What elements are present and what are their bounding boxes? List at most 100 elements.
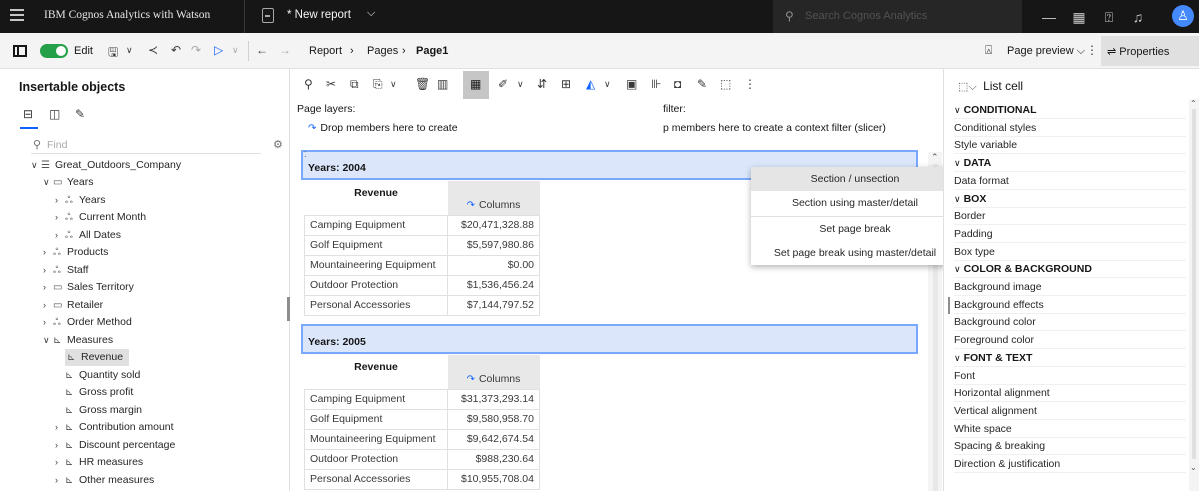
table-row[interactable]: Mountaineering Equipment $0.00 [304,254,540,276]
chevron-right-icon[interactable]: › [43,244,53,261]
chevron-right-icon[interactable]: › [43,297,53,314]
chevron-down-icon[interactable]: ∨ [126,45,133,56]
section-header[interactable]: Years: 2005 [301,324,918,354]
undo-icon[interactable]: ↶ [171,43,181,57]
cut-icon[interactable]: ✂ [326,77,336,91]
redo-icon[interactable]: ↷ [191,43,201,57]
menu-item-section-master-detail[interactable]: Section using master/detail [751,191,959,215]
report-name[interactable]: * New report [287,9,351,21]
menu-item-page-break[interactable]: Set page break [751,217,959,241]
property-row[interactable]: Background effects [954,296,1186,314]
breadcrumb-page1[interactable]: Page1 [416,45,448,57]
property-row[interactable]: Background image [954,278,1186,296]
section-button[interactable]: ▦ [463,71,489,99]
edit-toggle[interactable] [40,44,68,58]
measure-header[interactable]: Revenue [305,355,448,389]
properties-button[interactable]: ⇌ Properties [1101,36,1199,66]
chevron-down-icon[interactable]: ∨ [604,79,611,90]
chevron-right-icon[interactable]: › [55,454,65,471]
table-icon[interactable]: ⊞ [561,77,571,91]
tree-item[interactable]: › ஃ Staff [43,262,88,279]
tree-item[interactable]: ∨ ▭ Years [43,174,93,191]
context-filter-drop-zone[interactable]: p members here to create a context filte… [663,122,886,134]
breadcrumb-report[interactable]: Report [309,45,342,57]
scroll-down-icon[interactable]: ⌄ [1190,463,1197,472]
columns-drop-zone[interactable]: ↷ Columns [447,355,540,389]
scroll-up-icon[interactable]: ⌃ [931,152,939,163]
menu-item-page-break-master-detail[interactable]: Set page break using master/detail [751,241,959,265]
lock-icon[interactable]: ⍓ [985,43,992,58]
property-category[interactable]: ∨ DATA [954,154,1186,173]
menu-item-section-unsection[interactable]: Section / unsection [751,167,959,191]
property-row[interactable]: Border [954,207,1186,226]
paste-icon[interactable]: ⎘ [373,77,383,92]
chevron-right-icon[interactable]: › [55,192,65,209]
table-row[interactable]: Golf Equipment $5,597,980.86 [304,234,540,256]
property-row[interactable]: Style variable [954,136,1186,155]
tree-item[interactable]: › ⊾ Other measures [55,472,154,489]
tab-data-items-icon[interactable]: ◫ [49,107,60,121]
table-row[interactable]: Personal Accessories $10,955,708.04 [304,468,540,490]
help-icon[interactable]: ⍰ [1098,6,1120,28]
drag-handle-icon[interactable]: ⁚ [304,150,307,159]
forward-arrow-icon[interactable]: → [279,43,291,57]
chevron-down-icon[interactable]: ∨ [517,79,524,90]
property-row[interactable]: Vertical alignment [954,402,1186,420]
table-row[interactable]: Personal Accessories $7,144,797.52 [304,294,540,316]
table-row[interactable]: Mountaineering Equipment $9,642,674.54 [304,428,540,450]
property-category[interactable]: ∨ CONDITIONAL [954,101,1186,119]
align-icon[interactable]: ⊪ [651,77,661,91]
text-box-icon[interactable]: ◘ [674,77,681,91]
page-layers-drop-zone[interactable]: ↷ Drop members here to create [308,122,458,134]
tree-item[interactable]: › ஃ Products [43,244,108,261]
property-category[interactable]: ∨ BOX [954,190,1186,208]
chevron-right-icon[interactable]: › [55,209,65,226]
tree-item[interactable]: ⊾ Revenue [65,349,130,366]
tree-item[interactable]: ∨ ☰ Great_Outdoors_Company [31,157,181,174]
fill-color-icon[interactable]: ◭ [586,77,595,91]
chevron-right-icon[interactable]: › [43,279,53,296]
sort-icon[interactable]: ⇵ [537,77,547,91]
group-icon[interactable]: ▥ [437,77,448,91]
run-icon[interactable]: ▷ [214,43,223,57]
property-row[interactable]: Horizontal alignment [954,384,1186,403]
table-row[interactable]: Outdoor Protection $988,230.64 [304,448,540,470]
tab-toolbox-icon[interactable]: ✎ [75,107,85,121]
chevron-right-icon[interactable]: › [43,262,53,279]
edit-icon[interactable]: ✎ [697,77,707,91]
measure-header[interactable]: Revenue [305,181,448,215]
panel-resize-handle[interactable] [948,297,950,314]
chevron-down-icon[interactable]: ∨ [232,45,239,56]
tree-item[interactable]: › ஃ Years [55,192,105,209]
find-input[interactable]: ⚲ Find [31,136,261,154]
property-row[interactable]: Padding [954,225,1186,243]
chevron-down-icon[interactable]: ∨ [43,332,53,349]
tree-item[interactable]: › ▭ Sales Territory [43,279,134,296]
property-row[interactable]: Box type [954,243,1186,261]
global-search[interactable]: ⚲ Search Cognos Analytics [773,0,1022,33]
gear-icon[interactable]: ⚙ [273,138,283,151]
scroll-up-icon[interactable]: ⌃ [1190,99,1197,108]
table-row[interactable]: Golf Equipment $9,580,958.70 [304,408,540,430]
columns-drop-zone[interactable]: ↷ Columns [447,181,540,215]
user-avatar-icon[interactable]: ♙ [1172,5,1194,27]
property-row[interactable]: Direction & justification [954,455,1186,473]
overflow-menu-icon[interactable]: ⋮ [1086,43,1098,57]
table-row[interactable]: Camping Equipment $20,471,328.88 [304,214,540,236]
tree-item[interactable]: › ஃ All Dates [55,227,121,244]
tree-item[interactable]: › ⊾ Discount percentage [55,437,175,454]
search-input[interactable]: Search Cognos Analytics [805,10,927,22]
copy-icon[interactable]: ⧉ [350,77,359,92]
chevron-right-icon[interactable]: › [55,472,65,489]
chevron-down-icon[interactable]: ⌵ [367,7,375,20]
delete-icon[interactable]: 🗑 [415,77,430,91]
scroll-thumb[interactable] [1192,109,1196,459]
notifications-bell-icon[interactable]: ♫ [1127,6,1149,28]
pen-icon[interactable]: ✐ [498,77,508,91]
property-row[interactable]: Data format [954,172,1186,190]
toggle-panel-icon[interactable] [13,45,27,57]
tree-item[interactable]: ∨ ⊾ Measures [43,332,113,349]
property-row[interactable]: White space [954,420,1186,438]
property-row[interactable]: Spacing & breaking [954,437,1186,456]
calculator-icon[interactable]: ▦ [1068,6,1090,28]
